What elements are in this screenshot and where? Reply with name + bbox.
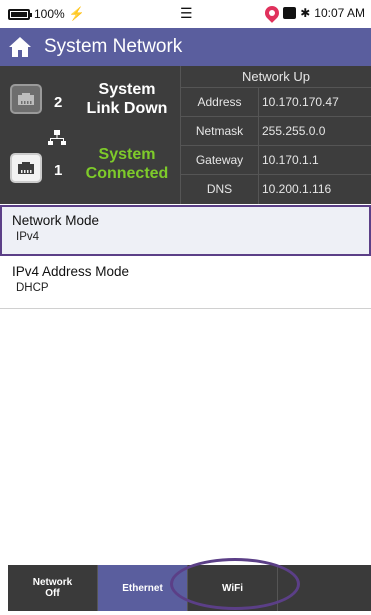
- network-off-label-line1: Network: [32, 577, 73, 588]
- location-icon: [262, 3, 283, 23]
- settings-list: Network Mode IPv4 IPv4 Address Mode DHCP: [0, 204, 371, 560]
- network-off-button[interactable]: Network Off: [8, 565, 98, 611]
- network-info-table: Network Up Address 10.170.170.47 Netmask…: [180, 66, 371, 204]
- status-bar: 100% ⚡ ☰ ✱ 10:07 AM: [0, 0, 371, 28]
- network-row-netmask: Netmask 255.255.0.0: [181, 117, 371, 146]
- port-1-status-line1: System: [98, 146, 156, 163]
- clock-time: 10:07 AM: [314, 6, 365, 20]
- setting-value: IPv4: [16, 231, 40, 243]
- port-2-status: System Link Down: [74, 80, 180, 118]
- network-value: 10.200.1.116: [262, 182, 332, 196]
- setting-title: IPv4 Address Mode: [12, 264, 130, 279]
- setting-title: Network Mode: [12, 213, 100, 228]
- lightning-icon: ⚡: [68, 6, 85, 21]
- network-key: Netmask: [181, 117, 259, 145]
- network-status-panel: 2 System Link Down 1 System Connected Ne…: [0, 66, 371, 204]
- port-2-status-line2: Link Down: [86, 100, 168, 117]
- battery-percent: 100%: [34, 7, 65, 21]
- home-icon[interactable]: [0, 28, 40, 66]
- network-key: DNS: [181, 175, 259, 204]
- network-row-gateway: Gateway 10.170.1.1: [181, 146, 371, 175]
- bluetooth-icon: ✱: [300, 6, 311, 20]
- ethernet-status-icon: [283, 7, 297, 19]
- battery-icon: [8, 8, 32, 20]
- page-title: System Network: [44, 36, 183, 57]
- ipv4-address-mode-setting[interactable]: IPv4 Address Mode DHCP: [0, 258, 371, 309]
- setting-value: DHCP: [16, 282, 49, 294]
- port-2-status-line1: System: [98, 81, 156, 98]
- network-row-dns: DNS 10.200.1.116: [181, 175, 371, 204]
- port-1-number: 1: [54, 162, 63, 179]
- network-value: 10.170.170.47: [262, 95, 339, 109]
- battery-status: 100% ⚡: [8, 6, 85, 22]
- network-mode-setting[interactable]: Network Mode IPv4: [0, 205, 371, 256]
- wifi-highlight-circle: [170, 558, 300, 610]
- port-2-number: 2: [54, 94, 63, 111]
- network-value: 10.170.1.1: [262, 153, 319, 167]
- port-1-status: System Connected: [74, 145, 180, 183]
- ethernet-port-1-icon: [10, 153, 42, 183]
- port-1-status-line2: Connected: [85, 165, 169, 182]
- network-state: Network Up: [181, 66, 371, 88]
- network-row-address: Address 10.170.170.47: [181, 88, 371, 117]
- ethernet-port-2-icon: [10, 84, 42, 114]
- network-key: Gateway: [181, 146, 259, 174]
- network-topology-icon: [48, 130, 66, 151]
- network-off-label-line2: Off: [45, 588, 60, 599]
- notification-icon: ☰: [180, 5, 193, 21]
- status-icons: ✱ 10:07 AM: [262, 3, 365, 23]
- network-key: Address: [181, 88, 259, 116]
- app-header: System Network: [0, 28, 371, 66]
- network-value: 255.255.0.0: [262, 124, 326, 138]
